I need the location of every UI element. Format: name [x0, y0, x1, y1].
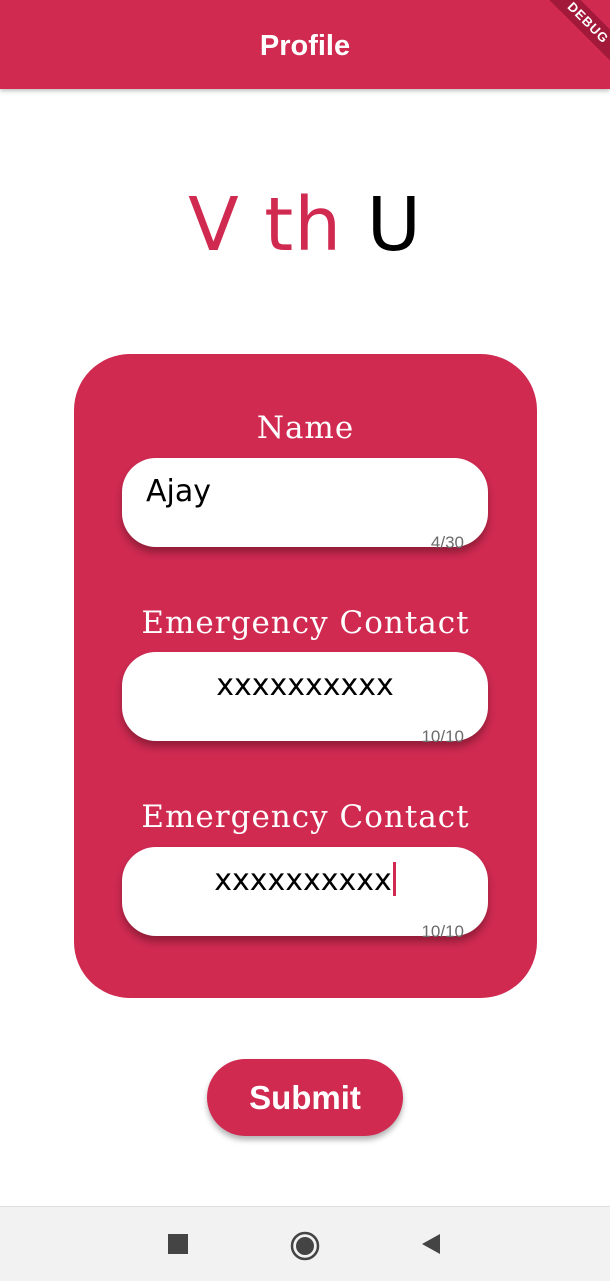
debug-banner: DEBUG: [537, 0, 610, 74]
name-field[interactable]: Ajay 4/30: [122, 458, 488, 552]
recents-square-icon[interactable]: [168, 1234, 188, 1254]
emergency-contact-field-2[interactable]: xxxxxxxxxx 10/10: [122, 847, 488, 941]
emergency-contact-value-2-wrap: xxxxxxxxxx: [122, 861, 488, 898]
name-value: Ajay: [146, 474, 211, 509]
logo-text-dark: U: [366, 182, 422, 268]
emergency-contact-value-2: xxxxxxxxxx: [214, 863, 392, 898]
name-char-counter: 4/30: [430, 533, 464, 552]
text-cursor: [392, 861, 396, 896]
emergency-contact-field-1[interactable]: xxxxxxxxxx 10/10: [122, 652, 488, 746]
emergency-contact-value-1: xxxxxxxxxx: [216, 668, 394, 703]
name-label: Name: [256, 410, 355, 446]
page-title: Profile: [259, 30, 351, 62]
emergency-contact-counter-1: 10/10: [421, 727, 464, 746]
system-nav-bar: [0, 1206, 610, 1281]
submit-button[interactable]: Submit: [207, 1059, 403, 1136]
logo-text-accent: V th: [188, 182, 343, 268]
home-circle-icon[interactable]: [290, 1231, 320, 1266]
emergency-contact-counter-2: 10/10: [421, 922, 464, 941]
emergency-contact-label-1: Emergency Contact: [141, 605, 470, 641]
app-logo: V th U: [0, 180, 610, 270]
emergency-contact-label-2: Emergency Contact: [141, 799, 470, 835]
back-triangle-icon[interactable]: [420, 1232, 442, 1261]
profile-form-card: Name Ajay 4/30 Emergency Contact xxxxxxx…: [74, 354, 537, 998]
app-bar: Profile DEBUG: [0, 0, 610, 89]
